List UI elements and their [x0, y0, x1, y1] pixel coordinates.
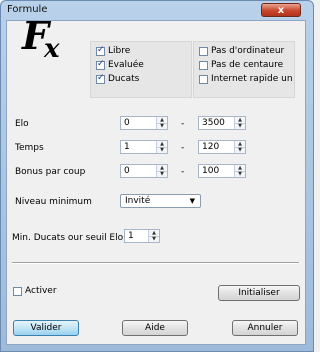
formula-logo-icon: F x — [22, 16, 70, 65]
temps-max-spinner[interactable]: 120 ▲ ▼ — [198, 140, 246, 154]
elo-min-value: 0 — [124, 118, 130, 128]
bonus-range-dash: - — [181, 167, 185, 177]
temps-label: Temps — [15, 143, 44, 153]
bonus-max-value: 100 — [202, 166, 220, 176]
ducats-checkbox[interactable] — [96, 73, 105, 84]
niveau-minimum-label: Niveau minimum — [15, 197, 92, 207]
option-libre[interactable]: Libre — [96, 45, 130, 57]
elo-range-dash: - — [181, 119, 185, 129]
spin-down-icon[interactable]: ▼ — [157, 171, 167, 177]
spin-down-icon[interactable]: ▼ — [157, 147, 167, 153]
temps-max-value: 120 — [202, 142, 220, 152]
min-ducats-spinner[interactable]: 1 ▲ ▼ — [124, 229, 160, 243]
temps-min-value: 1 — [124, 142, 130, 152]
elo-max-spinner[interactable]: 3500 ▲ ▼ — [198, 116, 246, 130]
internet-rapide-checkbox[interactable] — [199, 74, 208, 84]
logo-letter-x: x — [44, 34, 60, 64]
evaluee-label: Evaluée — [108, 60, 144, 70]
separator-line — [12, 262, 299, 264]
spin-down-icon[interactable]: ▼ — [235, 123, 245, 129]
bonus-max-spinner[interactable]: 100 ▲ ▼ — [198, 164, 246, 178]
elo-max-value: 3500 — [202, 118, 225, 128]
libre-label: Libre — [108, 46, 131, 56]
option-ducats[interactable]: Ducats — [96, 73, 139, 85]
pas-centaure-label: Pas de centaure — [211, 60, 284, 70]
aide-button[interactable]: Aide — [122, 320, 188, 336]
ducats-label: Ducats — [108, 74, 140, 84]
evaluee-checkbox[interactable] — [96, 59, 105, 70]
niveau-minimum-value: Invité — [125, 196, 151, 206]
initialiser-button[interactable]: Initialiser — [218, 285, 300, 301]
temps-range-dash: - — [181, 143, 185, 153]
libre-checkbox[interactable] — [96, 45, 105, 56]
spin-down-icon[interactable]: ▼ — [235, 171, 245, 177]
bonus-label: Bonus par coup — [15, 167, 86, 177]
bonus-min-spinner[interactable]: 0 ▲ ▼ — [120, 164, 168, 178]
elo-label: Elo — [15, 119, 29, 129]
spin-down-icon[interactable]: ▼ — [235, 147, 245, 153]
option-evaluee[interactable]: Evaluée — [96, 59, 144, 71]
elo-min-spinner[interactable]: 0 ▲ ▼ — [120, 116, 168, 130]
pas-ordinateur-label: Pas d'ordinateur — [211, 46, 285, 56]
spin-down-icon[interactable]: ▼ — [149, 236, 159, 242]
pas-centaure-checkbox[interactable] — [199, 60, 208, 70]
annuler-button[interactable]: Annuler — [232, 320, 298, 336]
temps-min-spinner[interactable]: 1 ▲ ▼ — [120, 140, 168, 154]
internet-rapide-label: Internet rapide uniqu — [211, 74, 293, 84]
min-ducats-label: Min. Ducats our seuil Elo — [12, 233, 124, 243]
activer-checkbox[interactable] — [13, 286, 22, 296]
valider-button[interactable]: Valider — [13, 320, 79, 336]
option-pas-centaure[interactable]: Pas de centaure — [199, 59, 283, 71]
activer-option[interactable]: Activer — [13, 285, 57, 297]
bonus-min-value: 0 — [124, 166, 130, 176]
dropdown-arrow-icon[interactable]: ▼ — [190, 197, 195, 205]
spin-down-icon[interactable]: ▼ — [157, 123, 167, 129]
pas-ordinateur-checkbox[interactable] — [199, 46, 208, 56]
option-internet-rapide[interactable]: Internet rapide uniqu — [199, 73, 293, 85]
option-pas-ordinateur[interactable]: Pas d'ordinateur — [199, 45, 284, 57]
close-button[interactable]: x — [261, 3, 301, 17]
activer-label: Activer — [25, 286, 57, 296]
niveau-minimum-select[interactable]: Invité ▼ — [120, 194, 201, 208]
min-ducats-value: 1 — [128, 231, 134, 241]
